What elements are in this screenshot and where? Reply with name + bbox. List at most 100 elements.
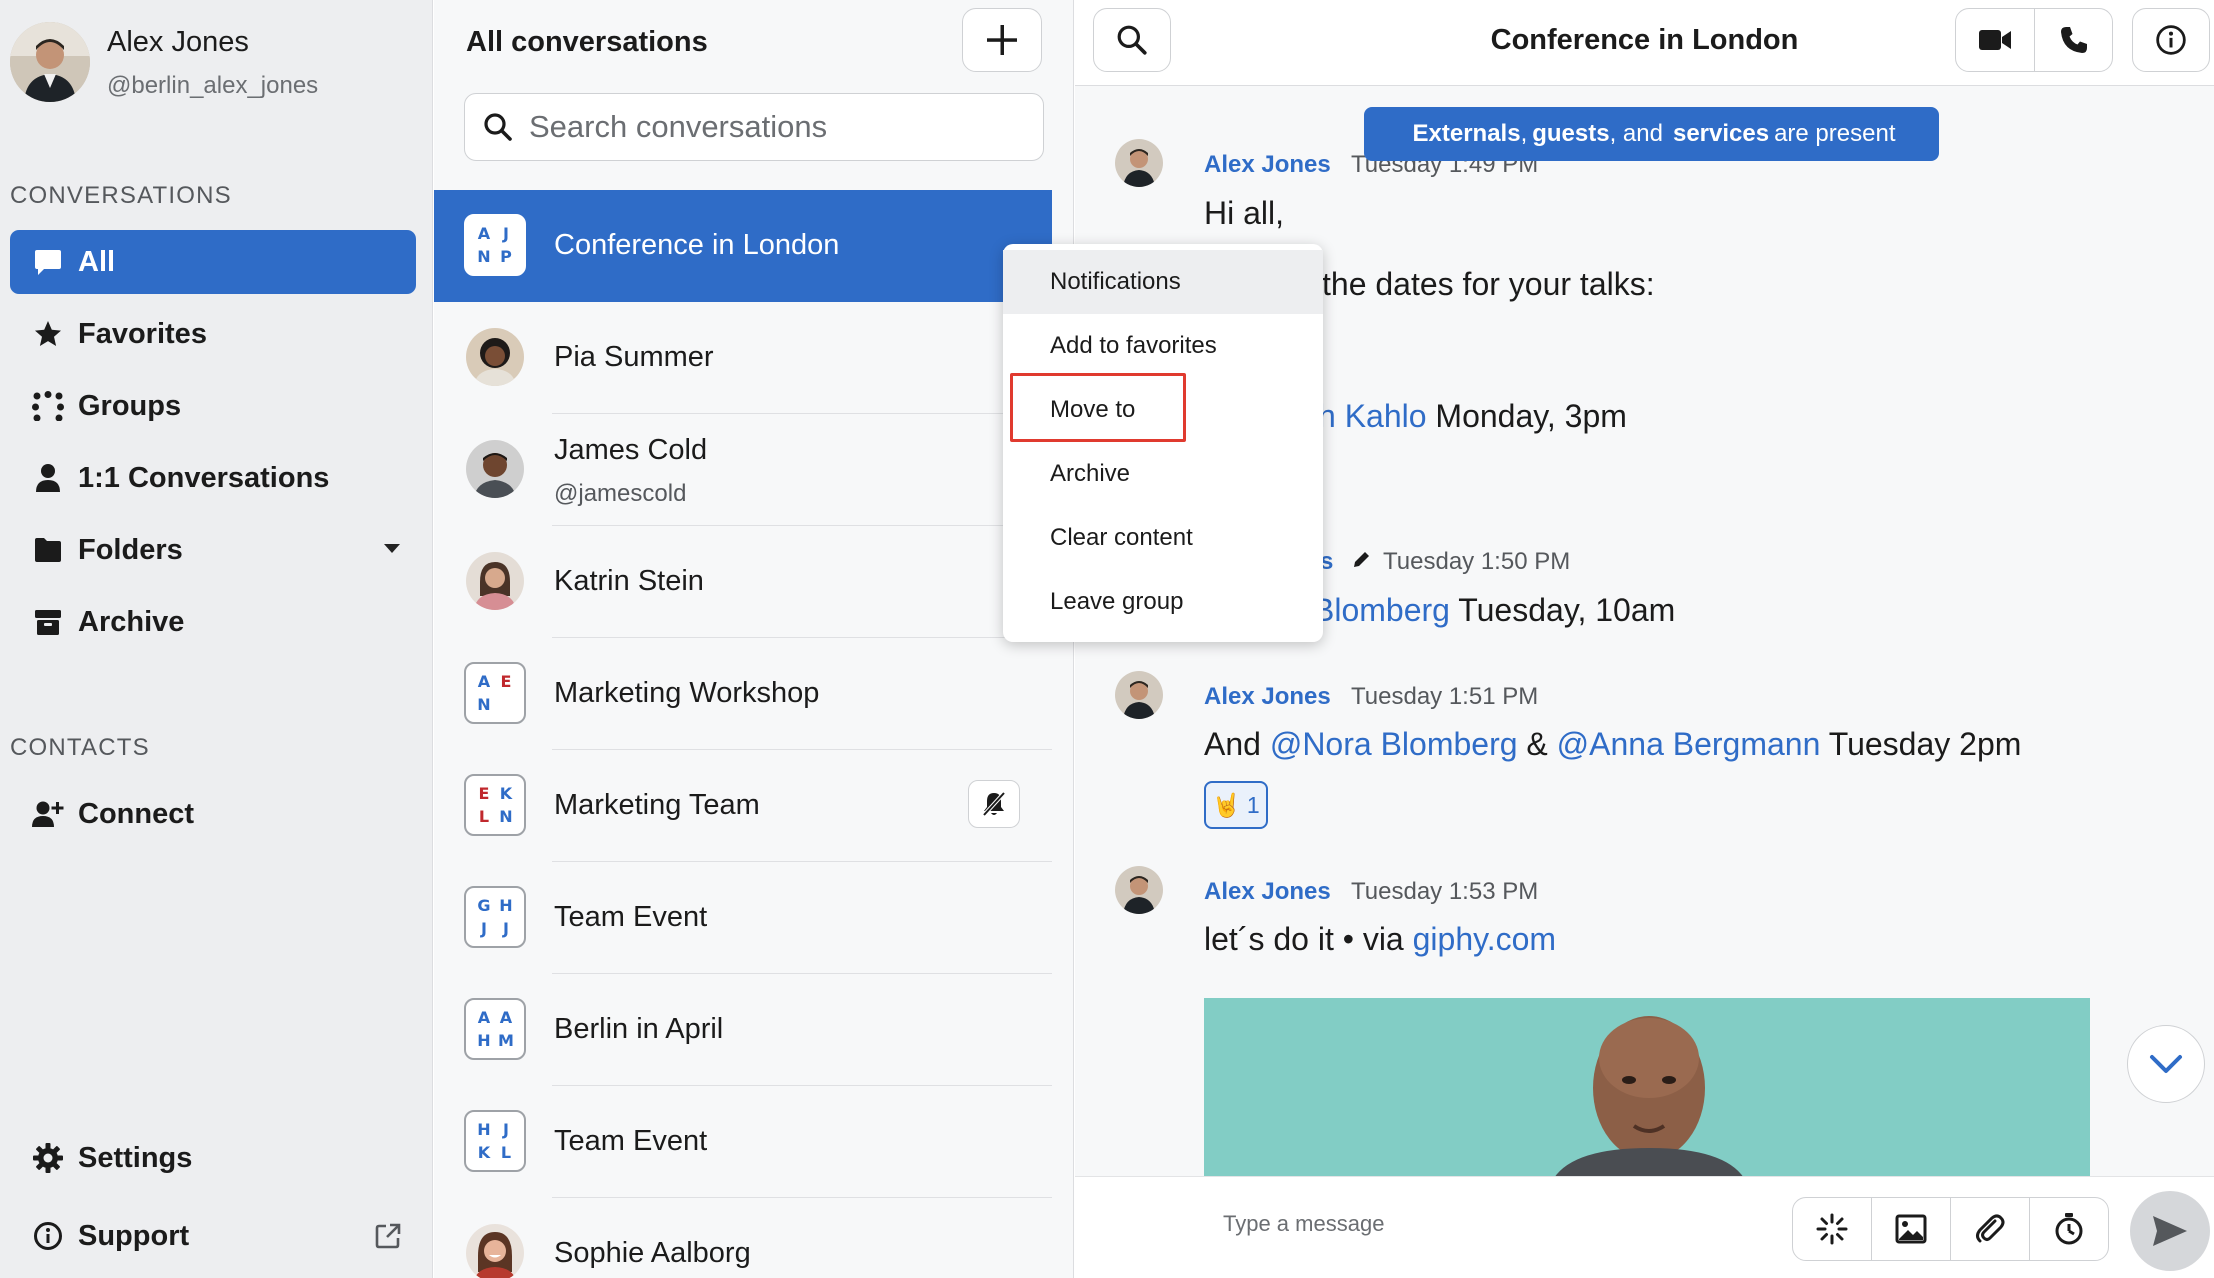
sidebar-item-groups[interactable]: Groups xyxy=(10,374,416,438)
video-camera-icon xyxy=(1979,30,2011,50)
sidebar-item-all[interactable]: All xyxy=(10,230,416,294)
conversation-item[interactable]: Katrin Stein xyxy=(434,526,1052,638)
initial: J xyxy=(481,919,487,938)
banner-word: guests xyxy=(1532,120,1610,147)
chevron-down-icon xyxy=(2150,1055,2182,1073)
sidebar: Alex Jones @berlin_alex_jones CONVERSATI… xyxy=(0,0,433,1278)
message-text: let´s do it • via giphy.com xyxy=(1204,921,1556,958)
group-avatar: A A H M xyxy=(464,998,526,1060)
message-fragment: Monday, 3pm xyxy=(1435,398,1627,434)
timed-message-button[interactable] xyxy=(2029,1197,2109,1261)
conversation-item[interactable]: G H J J Team Event xyxy=(434,862,1052,974)
mention[interactable]: Blomberg xyxy=(1313,592,1450,628)
send-icon xyxy=(2153,1216,2187,1246)
mention[interactable]: @Nora Blomberg xyxy=(1270,726,1518,762)
initial: E xyxy=(500,672,512,691)
sidebar-item-one-on-one[interactable]: 1:1 Conversations xyxy=(10,446,416,510)
message-input[interactable] xyxy=(1223,1211,1723,1237)
initial: G xyxy=(477,896,491,915)
conversation-name: Team Event xyxy=(554,901,708,933)
initial: L xyxy=(478,807,490,826)
menu-item-notifications[interactable]: Notifications xyxy=(1003,250,1323,314)
image-icon xyxy=(1895,1214,1927,1244)
avatar[interactable] xyxy=(1115,671,1163,719)
conversation-item[interactable]: Pia Summer xyxy=(434,302,1052,414)
conversation-item[interactable]: A E N Marketing Workshop xyxy=(434,638,1052,750)
message-timestamp: Tuesday 1:53 PM xyxy=(1351,878,1539,905)
conversation-info-button[interactable] xyxy=(2132,8,2210,72)
unmute-button[interactable] xyxy=(968,780,1020,828)
sidebar-item-connect[interactable]: Connect xyxy=(10,782,416,846)
profile-name: Alex Jones xyxy=(107,26,249,58)
initial: A xyxy=(477,224,491,243)
profile-avatar[interactable] xyxy=(10,22,90,102)
star-icon xyxy=(18,302,78,366)
conversation-list-panel: All conversations A J N P Conference in … xyxy=(434,0,1074,1278)
mention[interactable]: h Kahlo xyxy=(1318,398,1427,434)
send-button[interactable] xyxy=(2130,1191,2210,1271)
message-text: Hi all, xyxy=(1204,195,1285,231)
conversation-name: Pia Summer xyxy=(554,341,714,373)
conversation-item[interactable]: A J N P Conference in London xyxy=(434,190,1052,302)
edited-pencil-icon xyxy=(1351,550,1371,575)
giphy-link[interactable]: giphy.com xyxy=(1413,921,1556,957)
image-button[interactable] xyxy=(1871,1197,1951,1261)
menu-item-leave-group[interactable]: Leave group xyxy=(1003,570,1323,634)
audio-call-button[interactable] xyxy=(2034,8,2113,72)
menu-item-archive[interactable]: Archive xyxy=(1003,442,1323,506)
new-conversation-button[interactable] xyxy=(962,8,1042,72)
message-timestamp: Tuesday 1:50 PM xyxy=(1383,548,1571,575)
sidebar-item-support[interactable]: Support xyxy=(10,1204,416,1268)
sidebar-item-label: Support xyxy=(78,1219,190,1252)
sidebar-item-archive[interactable]: Archive xyxy=(10,590,416,654)
chat-bubble-icon xyxy=(18,230,78,294)
initial: A xyxy=(499,1008,513,1027)
message-author[interactable]: Alex Jones xyxy=(1204,683,1331,711)
mention[interactable]: @Anna Bergmann xyxy=(1557,726,1821,762)
conversation-item[interactable]: James Cold @jamescold xyxy=(434,414,1052,526)
message-text: Blomberg Tuesday, 10am xyxy=(1313,592,1675,629)
sidebar-item-settings[interactable]: Settings xyxy=(10,1126,416,1190)
group-avatar: H J K L xyxy=(464,1110,526,1172)
menu-item-clear-content[interactable]: Clear content xyxy=(1003,506,1323,570)
conversation-item[interactable]: H J K L Team Event xyxy=(434,1086,1052,1198)
search-icon xyxy=(483,112,513,142)
sidebar-item-label: Folders xyxy=(78,533,183,566)
reaction-chip[interactable]: 🤘 1 xyxy=(1204,781,1268,829)
sidebar-item-label: Favorites xyxy=(78,317,207,350)
message-author[interactable]: Alex Jones xyxy=(1204,151,1331,179)
search-field[interactable] xyxy=(464,93,1044,161)
initial: K xyxy=(477,1143,491,1162)
initial: A xyxy=(477,1008,491,1027)
sidebar-item-favorites[interactable]: Favorites xyxy=(10,302,416,366)
group-avatar: E K L N xyxy=(464,774,526,836)
chevron-down-icon[interactable] xyxy=(384,544,400,553)
attachment-button[interactable] xyxy=(1950,1197,2030,1261)
conversation-item[interactable]: E K L N Marketing Team xyxy=(434,750,1052,862)
initial: N xyxy=(477,695,491,714)
sidebar-item-label: Groups xyxy=(78,389,182,422)
menu-item-add-to-favorites[interactable]: Add to favorites xyxy=(1003,314,1323,378)
banner-fragment: , and xyxy=(1609,120,1663,147)
scroll-to-bottom-button[interactable] xyxy=(2127,1025,2205,1103)
initial: J xyxy=(503,224,509,243)
search-input[interactable] xyxy=(529,109,1009,145)
ping-button[interactable] xyxy=(1792,1197,1872,1261)
gif-image[interactable] xyxy=(1204,998,2090,1178)
conversation-item[interactable]: Sophie Aalborg xyxy=(434,1198,1052,1278)
message-text: the dates for your talks: xyxy=(1322,266,1655,302)
search-messages-button[interactable] xyxy=(1093,8,1171,72)
menu-item-move-to[interactable]: Move to xyxy=(1003,378,1323,442)
avatar xyxy=(466,1224,524,1278)
message-author[interactable]: Alex Jones xyxy=(1204,878,1331,906)
avatar[interactable] xyxy=(1115,866,1163,914)
video-call-button[interactable] xyxy=(1955,8,2035,72)
sidebar-item-folders[interactable]: Folders xyxy=(10,518,416,582)
contacts-section-label: CONTACTS xyxy=(10,734,150,761)
timer-icon xyxy=(2055,1213,2083,1245)
external-link-icon xyxy=(374,1222,402,1255)
avatar[interactable] xyxy=(1115,139,1163,187)
conversation-item[interactable]: A A H M Berlin in April xyxy=(434,974,1052,1086)
search-icon xyxy=(1117,25,1147,55)
info-icon xyxy=(18,1204,78,1268)
